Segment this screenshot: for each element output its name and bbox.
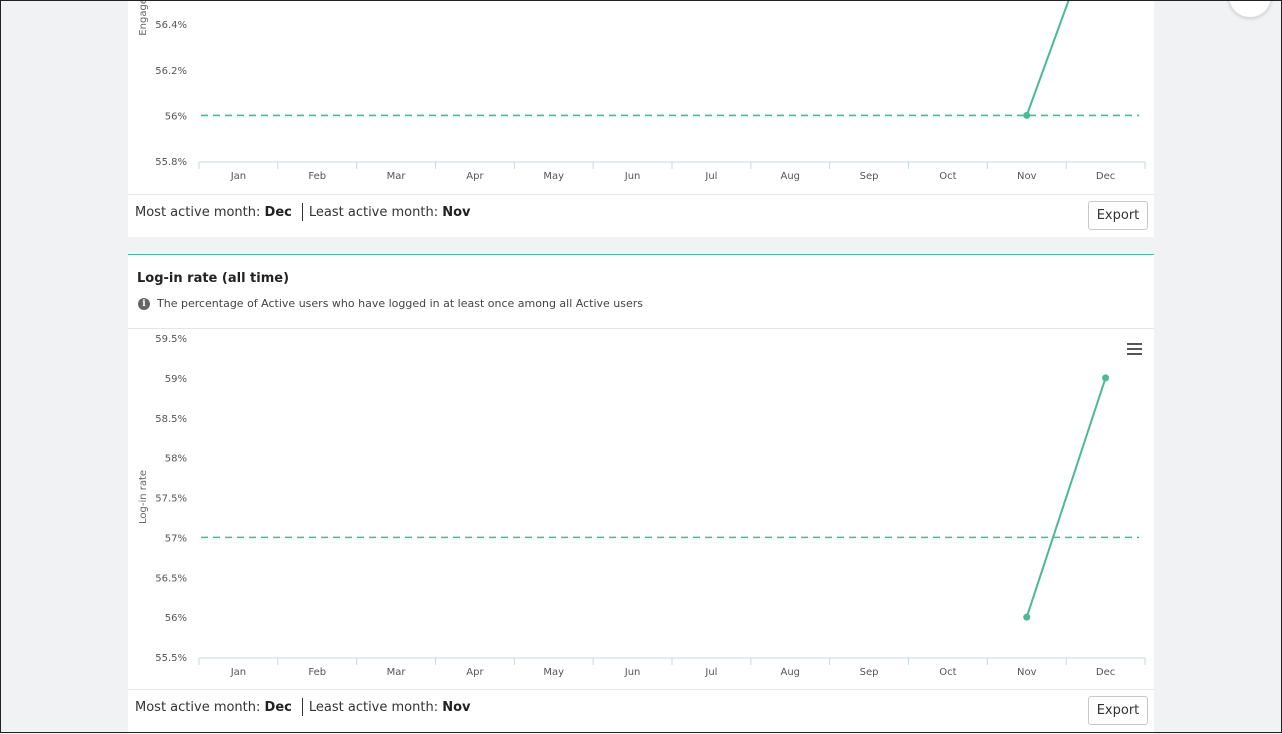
export-button[interactable]: Export	[1088, 201, 1148, 230]
engagement-chart: 55.8% 56% 56.2% 56.4% Engagem Jan Feb Mar Apr May…	[138, 0, 1146, 182]
data-point	[1102, 374, 1110, 382]
x-tick-label: Jul	[704, 667, 717, 678]
y-tick-label: 56.5%	[155, 573, 187, 584]
login-rate-chart: 55.5% 56% 56.5% 57% 57.5% 58% 58.5% 59% 59.5% Log…	[138, 334, 1146, 678]
y-tick-label: 55.5%	[155, 653, 187, 664]
x-tick-label: Jan	[230, 171, 246, 182]
x-tick-label: Aug	[780, 171, 800, 182]
least-active-label: Least active month:	[308, 204, 439, 220]
least-active-label: Least active month:	[308, 699, 439, 715]
divider	[128, 689, 1154, 690]
y-tick-label: 58%	[165, 454, 187, 465]
x-tick-label: Dec	[1096, 171, 1115, 182]
y-tick-label: 57.5%	[155, 494, 187, 505]
y-tick-label: 56%	[165, 613, 187, 624]
y-tick-label: 56.2%	[155, 66, 187, 77]
x-tick-label: Aug	[780, 667, 800, 678]
export-button[interactable]: Export	[1088, 696, 1148, 725]
x-tick-label: May	[543, 667, 564, 678]
divider	[128, 194, 1154, 195]
x-tick-label: Nov	[1017, 667, 1037, 678]
series-line	[1025, 0, 1070, 116]
y-tick-label: 56.4%	[155, 20, 187, 31]
y-tick-label: 59.5%	[155, 334, 187, 345]
x-tick-label: May	[543, 171, 564, 182]
chart-menu-icon[interactable]	[1127, 343, 1142, 355]
x-tick-label: Jun	[624, 171, 641, 182]
login-footer: Most active month: Dec Least active mont…	[135, 698, 471, 716]
x-tick-label: Feb	[308, 171, 326, 182]
x-tick-label: Dec	[1096, 667, 1115, 678]
y-tick-label: 59%	[165, 374, 187, 385]
engagement-footer: Most active month: Dec Least active mont…	[135, 203, 471, 221]
data-point	[1023, 111, 1031, 119]
x-tick-label: Sep	[860, 171, 879, 182]
most-active-value: Dec	[264, 699, 292, 715]
most-active-value: Dec	[264, 204, 292, 220]
x-tick-label: Mar	[387, 667, 407, 678]
y-tick-label: 57%	[165, 533, 187, 544]
x-tick-label: Sep	[860, 667, 879, 678]
y-tick-label: 55.8%	[155, 157, 187, 168]
y-tick-label: 58.5%	[155, 414, 187, 425]
y-tick-label: 56%	[165, 111, 187, 122]
footer-separator	[301, 203, 303, 221]
data-point	[1023, 613, 1031, 621]
series-line	[1025, 377, 1107, 618]
engagement-card: 55.8% 56% 56.2% 56.4% Engagem Jan Feb Mar Apr May…	[128, 0, 1154, 237]
x-tick-label: Oct	[939, 171, 956, 182]
x-tick-label: Jun	[624, 667, 641, 678]
least-active-value: Nov	[442, 699, 471, 715]
y-axis-title: Engagem	[138, 0, 149, 36]
x-tick-label: Apr	[466, 667, 484, 678]
x-tick-label: Nov	[1017, 171, 1037, 182]
y-axis-title: Log-in rate	[138, 470, 149, 524]
x-tick-label: Jul	[704, 171, 717, 182]
least-active-value: Nov	[442, 204, 471, 220]
login-rate-card: Log-in rate (all time) i The percentage …	[128, 254, 1154, 734]
add-widget-button[interactable]	[1228, 0, 1272, 18]
footer-separator	[301, 698, 303, 716]
x-tick-label: Oct	[939, 667, 956, 678]
most-active-label: Most active month:	[135, 204, 261, 220]
x-tick-label: Mar	[387, 171, 407, 182]
x-tick-label: Apr	[466, 171, 484, 182]
most-active-label: Most active month:	[135, 699, 261, 715]
x-tick-label: Jan	[230, 667, 246, 678]
x-tick-label: Feb	[308, 667, 326, 678]
